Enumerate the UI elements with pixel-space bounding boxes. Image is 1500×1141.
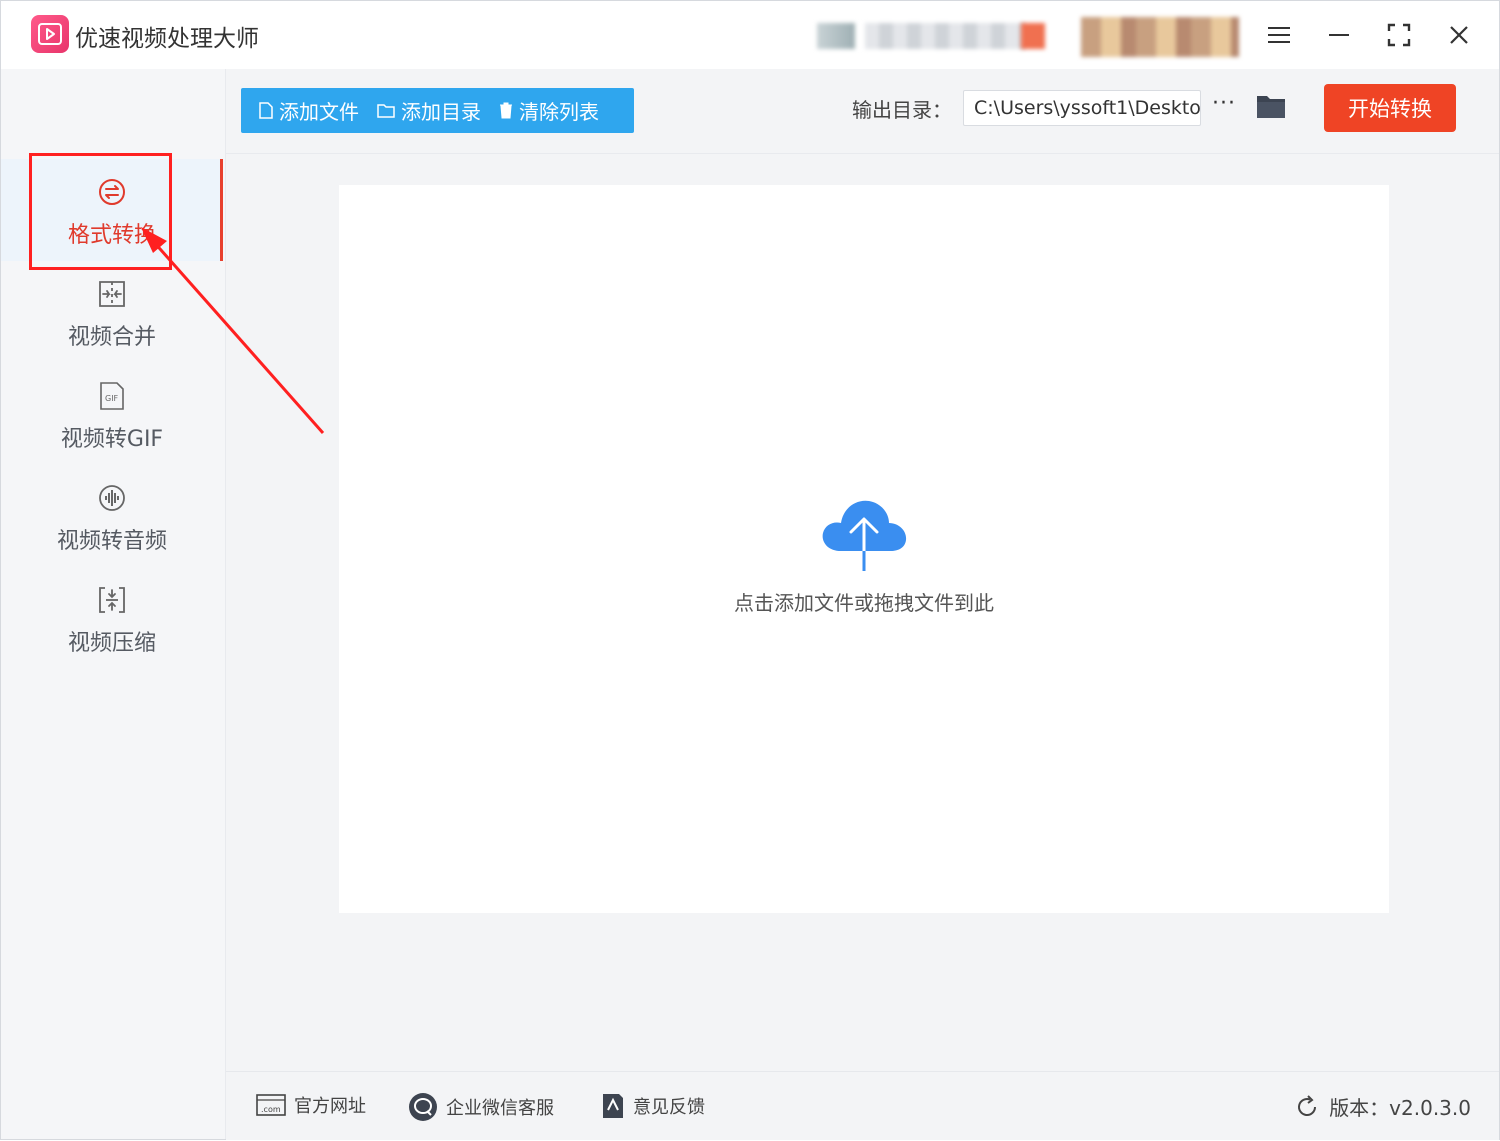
file-drop-zone[interactable]: 点击添加文件或拖拽文件到此 — [339, 185, 1389, 913]
sidebar-item-video-compress[interactable]: 视频压缩 — [1, 567, 223, 669]
minimize-button[interactable] — [1319, 15, 1359, 55]
footer: .com 官方网址 企业微信客服 意见反馈 版本：v2.0.3.0 — [226, 1071, 1499, 1140]
feedback-label: 意见反馈 — [633, 1097, 705, 1118]
title-bar: 优速视频处理大师 — [1, 1, 1499, 69]
version-label: 版本：v2.0.3.0 — [1329, 1096, 1471, 1120]
svg-text:.com: .com — [261, 1105, 281, 1114]
folder-icon — [1257, 96, 1285, 118]
blurred-area — [817, 23, 855, 49]
sidebar-item-label: 视频转GIF — [60, 427, 164, 452]
open-folder-button[interactable] — [1256, 93, 1288, 121]
main-panel: 添加文件 添加目录 清除列表 输出目录： C:\Users\yssoft1\De… — [226, 69, 1499, 1071]
app-title: 优速视频处理大师 — [75, 26, 259, 52]
feedback-icon — [601, 1092, 625, 1120]
add-directory-button[interactable]: 添加目录 — [359, 96, 481, 125]
add-file-label: 添加文件 — [279, 100, 359, 124]
drop-hint-text: 点击添加文件或拖拽文件到此 — [734, 591, 994, 615]
sidebar-item-video-merge[interactable]: 视频合并 — [1, 261, 223, 363]
sidebar-item-label: 视频合并 — [67, 325, 156, 350]
output-dir-label: 输出目录： — [852, 98, 952, 122]
official-website-label: 官方网址 — [294, 1096, 366, 1117]
compress-icon — [99, 587, 125, 613]
minimize-icon — [1329, 34, 1349, 36]
file-button-group: 添加文件 添加目录 清除列表 — [241, 88, 634, 133]
blurred-area — [865, 23, 1025, 49]
maximize-button[interactable] — [1379, 15, 1419, 55]
close-icon — [1450, 26, 1468, 44]
sidebar-item-label: 视频转音频 — [56, 529, 167, 554]
cloud-upload-icon — [822, 500, 907, 571]
sidebar-item-label: 视频压缩 — [67, 631, 156, 656]
add-file-button[interactable]: 添加文件 — [241, 96, 359, 125]
browse-more-button[interactable]: ··· — [1212, 91, 1238, 121]
output-dir-field[interactable]: C:\Users\yssoft1\Desktop — [963, 90, 1201, 126]
format-convert-icon — [99, 179, 125, 205]
sidebar-item-video-to-audio[interactable]: 视频转音频 — [1, 465, 223, 567]
sidebar-item-video-to-gif[interactable]: GIF 视频转GIF — [1, 363, 223, 465]
wechat-icon — [408, 1092, 438, 1122]
sidebar-item-format-convert[interactable]: 格式转换 — [1, 159, 223, 261]
add-directory-label: 添加目录 — [401, 100, 481, 124]
app-logo-icon — [31, 15, 69, 53]
refresh-icon — [1295, 1094, 1319, 1119]
start-convert-button[interactable]: 开始转换 — [1324, 84, 1456, 132]
svg-text:GIF: GIF — [105, 394, 119, 403]
hamburger-icon — [1268, 27, 1290, 43]
website-icon: .com — [256, 1093, 286, 1117]
app-window: 优速视频处理大师 格式转换 视频合并 GIF 视频转GIF 视频转音频 视频压缩… — [0, 0, 1500, 1140]
sidebar: 格式转换 视频合并 GIF 视频转GIF 视频转音频 视频压缩 — [1, 69, 226, 1139]
file-icon — [259, 102, 273, 119]
video-merge-icon — [99, 281, 125, 307]
audio-wave-icon — [99, 485, 125, 511]
gif-file-icon: GIF — [100, 382, 124, 410]
trash-icon — [499, 102, 513, 119]
menu-button[interactable] — [1259, 15, 1299, 55]
version-info: 版本：v2.0.3.0 — [1295, 1092, 1471, 1121]
sidebar-item-label: 格式转换 — [67, 223, 156, 248]
toolbar: 添加文件 添加目录 清除列表 输出目录： C:\Users\yssoft1\De… — [226, 69, 1499, 154]
active-indicator — [220, 159, 223, 261]
clear-list-label: 清除列表 — [519, 100, 599, 124]
folder-outline-icon — [377, 103, 395, 118]
clear-list-button[interactable]: 清除列表 — [481, 96, 599, 125]
wechat-support-link[interactable]: 企业微信客服 — [408, 1092, 554, 1122]
fullscreen-icon — [1387, 23, 1411, 47]
blurred-area — [1021, 23, 1045, 49]
official-website-link[interactable]: .com 官方网址 — [256, 1092, 366, 1118]
blurred-avatar — [1081, 17, 1239, 57]
wechat-support-label: 企业微信客服 — [446, 1098, 554, 1119]
close-button[interactable] — [1439, 15, 1479, 55]
feedback-link[interactable]: 意见反馈 — [601, 1092, 705, 1120]
